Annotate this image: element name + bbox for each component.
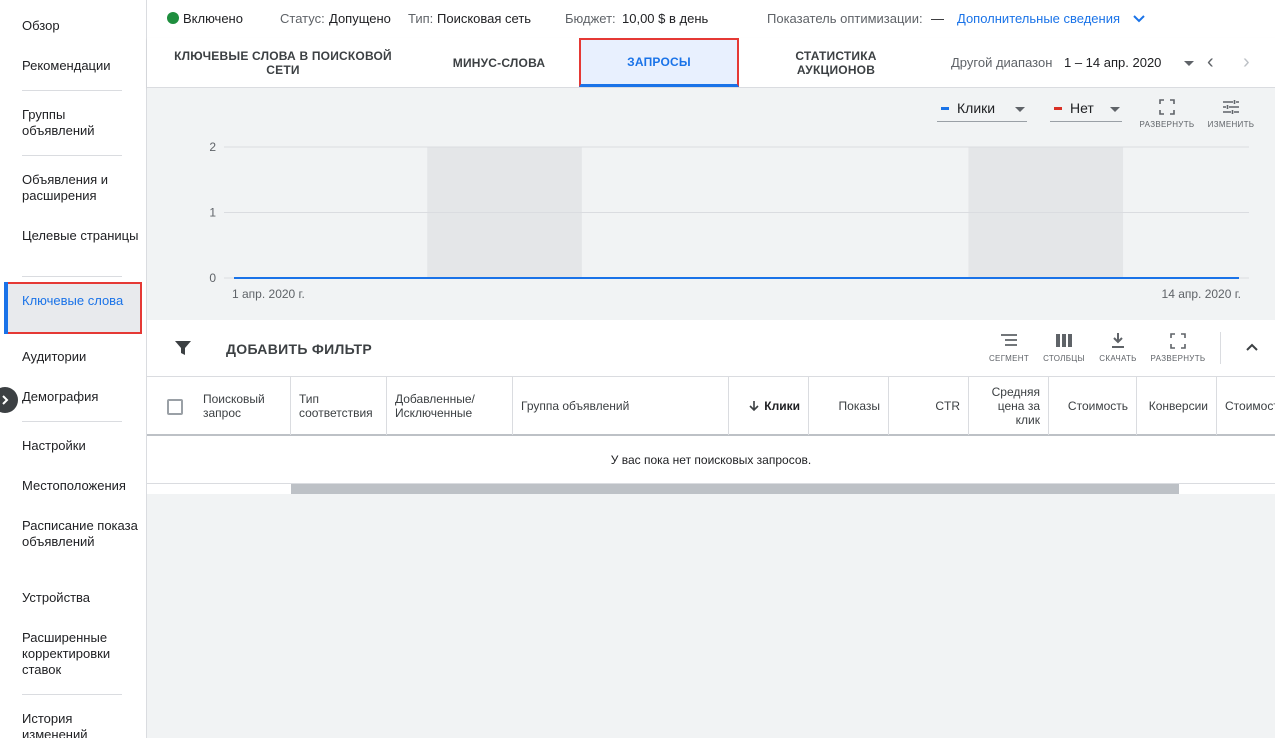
sidebar-item-settings[interactable]: Настройки: [22, 438, 140, 454]
next-period-chevron-right-icon[interactable]: ›: [1243, 52, 1250, 72]
sidebar-item-ad-schedule[interactable]: Расписание показа объявлений: [22, 518, 140, 550]
chevron-down-icon[interactable]: [1132, 13, 1146, 25]
sidebar-item-recommendations[interactable]: Рекомендации: [22, 58, 140, 74]
column-header-avg-cpc[interactable]: Средняя цена за клик: [969, 377, 1049, 435]
tab-search-keywords[interactable]: Ключевые слова в поисковой сети: [173, 38, 393, 87]
performance-chart-area: Клики Нет РАЗВЕРНУТЬ ИЗМЕНИТЬ 2101 апр. …: [147, 88, 1275, 320]
sidebar-item-bid-adjustments[interactable]: Расширенные корректировки ставок: [22, 630, 140, 678]
tab-negative-keywords[interactable]: Минус-слова: [439, 38, 559, 87]
budget-value[interactable]: 10,00 $ в день: [622, 11, 708, 26]
date-range-dropdown-icon[interactable]: [1184, 61, 1194, 66]
date-range-value[interactable]: 1 – 14 апр. 2020: [1064, 55, 1161, 70]
x-tick-label-end: 14 апр. 2020 г.: [1162, 287, 1241, 301]
segment-label: СЕГМЕНТ: [988, 354, 1030, 363]
sidebar-active-indicator: [4, 282, 8, 334]
download-button[interactable]: СКАЧАТЬ: [1095, 332, 1141, 363]
sidebar-item-ads-extensions[interactable]: Объявления и расширения: [22, 172, 140, 204]
table-header-row: Поисковый запрос Тип соответствия Добавл…: [147, 376, 1275, 436]
sidebar-divider: [22, 155, 122, 156]
sidebar-item-ad-groups[interactable]: Группы объявлений: [22, 107, 140, 139]
filter-icon[interactable]: [174, 339, 192, 357]
type-label: Тип:: [408, 11, 434, 26]
column-header-ctr[interactable]: CTR: [889, 377, 969, 435]
date-range-label: Другой диапазон: [951, 55, 1053, 70]
sidebar-item-demographics[interactable]: Демография: [22, 389, 140, 405]
column-header-impressions[interactable]: Показы: [809, 377, 889, 435]
tab-search-terms[interactable]: Запросы: [579, 38, 739, 87]
empty-table-message: У вас пока нет поисковых запросов.: [147, 436, 1275, 484]
y-tick-label: 2: [209, 140, 216, 154]
horizontal-scrollbar[interactable]: [291, 484, 1179, 494]
sidebar-item-change-history[interactable]: История изменений: [22, 711, 140, 738]
columns-icon: [1056, 334, 1072, 347]
column-header-conversions[interactable]: Конверсии: [1137, 377, 1217, 435]
column-header-query[interactable]: Поисковый запрос: [195, 377, 291, 435]
download-label: СКАЧАТЬ: [1099, 354, 1137, 363]
add-filter-button[interactable]: ДОБАВИТЬ ФИЛЬТР: [226, 341, 372, 357]
table-expand-label: РАЗВЕРНУТЬ: [1150, 354, 1206, 363]
toolbar-divider: [1220, 332, 1221, 364]
fullscreen-icon: [1170, 333, 1186, 349]
campaign-state[interactable]: Включено: [183, 11, 243, 26]
tab-bar: Ключевые слова в поисковой сети Минус-сл…: [147, 38, 1275, 88]
column-header-match-type[interactable]: Тип соответствия: [291, 377, 387, 435]
budget-label: Бюджет:: [565, 11, 616, 26]
column-header-added-excluded[interactable]: Добавленные/ Исключенные: [387, 377, 513, 435]
status-enabled-dot-icon: [167, 12, 179, 24]
column-header-ad-group[interactable]: Группа объявлений: [513, 377, 729, 435]
performance-chart: 2 1 0 1 апр. 2020 г. 14 апр. 2020 г.: [209, 140, 1249, 301]
column-header-cost[interactable]: Стоимость: [1049, 377, 1137, 435]
sidebar-item-audiences[interactable]: Аудитории: [22, 349, 140, 365]
campaign-status-bar: Включено Статус: Допущено Тип: Поисковая…: [147, 0, 1275, 38]
sort-descending-arrow-icon: [749, 401, 759, 412]
segment-icon: [1001, 334, 1017, 346]
column-header-cost-per-conversion[interactable]: Стоимость ко: [1217, 377, 1275, 435]
sidebar-divider: [22, 421, 122, 422]
columns-label: СТОЛБЦЫ: [1043, 354, 1085, 363]
sidebar-divider: [22, 90, 122, 91]
optimization-value: —: [931, 11, 944, 26]
tab-auction-insights[interactable]: Статистика аукционов: [767, 38, 905, 87]
sidebar-nav: Обзор Рекомендации Группы объявлений Объ…: [0, 0, 147, 738]
x-tick-label-start: 1 апр. 2020 г.: [232, 287, 305, 301]
column-header-clicks[interactable]: Клики: [729, 377, 809, 435]
table-expand-button[interactable]: РАЗВЕРНУТЬ: [1147, 332, 1209, 363]
columns-button[interactable]: СТОЛБЦЫ: [1039, 332, 1089, 363]
details-link[interactable]: Дополнительные сведения: [957, 11, 1120, 26]
segment-button[interactable]: СЕГМЕНТ: [985, 332, 1033, 363]
select-all-checkbox[interactable]: [167, 399, 183, 415]
sidebar-item-devices[interactable]: Устройства: [22, 590, 140, 606]
search-terms-table-panel: ДОБАВИТЬ ФИЛЬТР СЕГМЕНТ СТОЛБЦЫ СКАЧАТЬ …: [147, 320, 1275, 494]
y-tick-label: 0: [209, 271, 216, 285]
sidebar-divider: [22, 276, 122, 277]
status-label: Статус:: [280, 11, 325, 26]
status-value: Допущено: [329, 11, 391, 26]
sidebar-item-keywords[interactable]: Ключевые слова: [22, 293, 140, 309]
optimization-label: Показатель оптимизации:: [767, 11, 923, 26]
sidebar-item-overview[interactable]: Обзор: [22, 18, 140, 34]
select-all-cell: [147, 377, 195, 435]
prev-period-chevron-left-icon[interactable]: ‹: [1207, 52, 1214, 72]
chevron-up-icon[interactable]: [1245, 341, 1259, 353]
download-icon: [1112, 333, 1124, 348]
column-header-clicks-label: Клики: [764, 399, 800, 413]
sidebar-divider: [22, 694, 122, 695]
sidebar-item-landing-pages[interactable]: Целевые страницы: [22, 228, 140, 244]
sidebar-item-locations[interactable]: Местоположения: [22, 478, 140, 494]
type-value: Поисковая сеть: [437, 11, 532, 26]
chevron-right-icon: [2, 395, 9, 405]
y-tick-label: 1: [209, 206, 216, 220]
